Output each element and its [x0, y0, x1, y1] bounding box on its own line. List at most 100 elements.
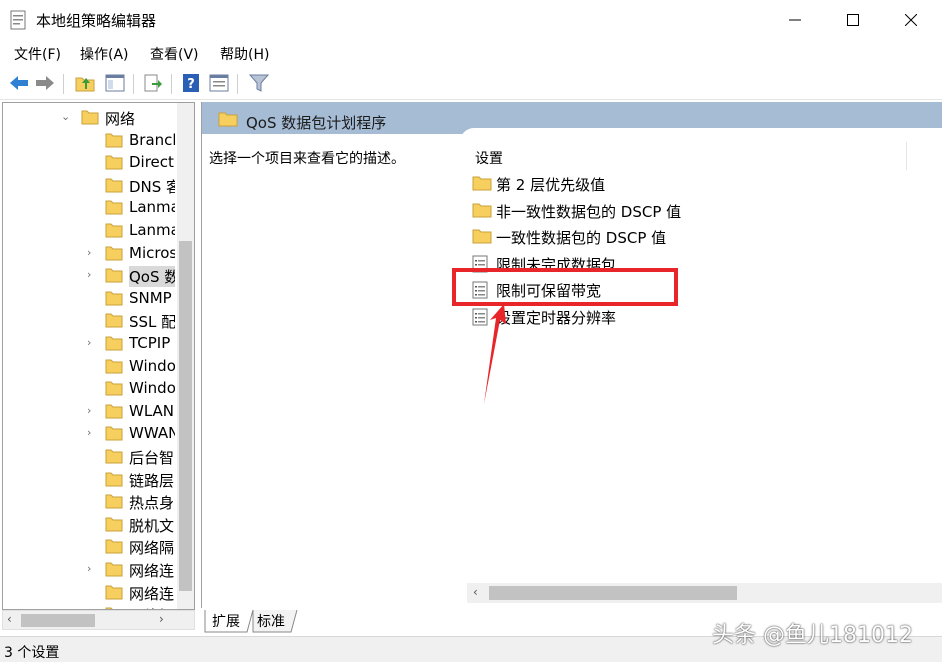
tree-item-label: TCPIP — [129, 334, 171, 352]
tree-item-label: 网络隔 — [129, 539, 175, 558]
setting-item[interactable]: 一致性数据包的 DSCP 值 — [472, 225, 712, 249]
column-divider — [906, 142, 907, 170]
folder-icon — [218, 112, 238, 127]
tree-item[interactable]: 链路层 — [3, 469, 183, 491]
tree-item[interactable]: 脱机文 — [3, 514, 183, 536]
expand-chevron-icon[interactable]: › — [87, 562, 91, 575]
tree-item-label: Lanma — [129, 198, 175, 217]
tree-item-label: Lanma — [129, 221, 175, 239]
scroll-left-icon[interactable]: ‹ — [7, 612, 12, 626]
scroll-right-icon[interactable]: › — [159, 612, 164, 626]
tree-item[interactable]: Branch — [3, 130, 183, 152]
folder-icon — [105, 359, 123, 374]
toolbar: ? — [0, 66, 942, 100]
folder-icon — [105, 336, 123, 351]
toolbar-separator — [133, 74, 134, 94]
tree-item-label: SSL 配 — [129, 313, 175, 332]
menu-file[interactable]: 文件(F) — [14, 44, 61, 64]
tree-item-label: QoS 数 — [129, 266, 175, 288]
folder-icon — [472, 202, 492, 222]
expand-chevron-icon[interactable]: › — [87, 336, 91, 349]
policy-editor-app-icon — [10, 10, 26, 30]
help-button[interactable]: ? — [178, 71, 204, 95]
export-list-button[interactable] — [140, 71, 166, 95]
folder-icon — [105, 539, 123, 554]
forward-arrow-icon — [36, 76, 54, 90]
banner-title: QoS 数据包计划程序 — [246, 114, 387, 132]
show-hide-tree-icon — [105, 74, 125, 92]
tab-standard[interactable]: 标准 — [257, 608, 285, 632]
expand-chevron-icon[interactable]: ⌄ — [61, 110, 70, 123]
forward-button[interactable] — [32, 71, 58, 95]
back-arrow-icon — [10, 76, 28, 90]
tree-item[interactable]: › WWAN — [3, 423, 183, 445]
filter-icon — [249, 74, 269, 92]
expand-chevron-icon[interactable]: › — [87, 404, 91, 417]
tree-hscroll-thumb[interactable] — [21, 614, 95, 627]
tree-item-label: 网络 — [105, 110, 136, 128]
folder-icon — [105, 562, 123, 577]
help-icon: ? — [183, 74, 199, 92]
details-horizontal-scrollbar[interactable]: ‹ — [467, 583, 942, 603]
tree-item[interactable]: 热点身 — [3, 491, 183, 513]
column-header-settings[interactable]: 设置 — [475, 148, 503, 168]
folder-icon — [105, 200, 123, 215]
tree-item[interactable]: DNS 客 — [3, 175, 183, 197]
tree-item[interactable]: 网络连 — [3, 582, 183, 604]
tree-item[interactable]: › Micros — [3, 243, 183, 265]
tree-item-label: SNMP — [129, 288, 172, 307]
tree-item-label: Direct — [129, 153, 174, 172]
setting-item[interactable]: 第 2 层优先级值 — [472, 172, 712, 196]
menu-action[interactable]: 操作(A) — [80, 44, 129, 64]
show-hide-tree-button[interactable] — [102, 71, 128, 95]
menu-view[interactable]: 查看(V) — [150, 44, 199, 64]
tree-item[interactable]: SNMP — [3, 288, 183, 310]
close-button[interactable] — [882, 0, 940, 40]
scroll-left-icon[interactable]: ‹ — [473, 585, 478, 599]
minimize-icon — [789, 19, 801, 21]
details-hscroll-thumb[interactable] — [489, 586, 737, 600]
tree-item[interactable]: › TCPIP — [3, 333, 183, 355]
setting-label: 非一致性数据包的 DSCP 值 — [496, 202, 682, 221]
properties-button[interactable] — [206, 71, 232, 95]
tree-item[interactable]: 网络隔 — [3, 536, 183, 558]
title-bar: 本地组策略编辑器 — [0, 0, 942, 40]
expand-chevron-icon[interactable]: › — [87, 426, 91, 439]
tree-item[interactable]: Lanma — [3, 220, 183, 242]
folder-icon — [105, 313, 123, 328]
tree-item[interactable]: Direct — [3, 152, 183, 174]
maximize-button[interactable] — [824, 0, 882, 40]
tree-item-label: WWAN — [129, 424, 175, 443]
minimize-button[interactable] — [766, 0, 824, 40]
folder-icon — [105, 426, 123, 441]
folder-icon — [105, 472, 123, 487]
tree-horizontal-scrollbar[interactable]: ‹ › — [2, 610, 195, 630]
up-folder-button[interactable] — [72, 71, 98, 95]
tree-item[interactable]: 后台智 — [3, 446, 183, 468]
filter-button[interactable] — [246, 71, 272, 95]
folder-icon — [105, 517, 123, 532]
tree-item-label: 网络连 — [129, 562, 175, 580]
tree-item-label: Windo — [129, 356, 175, 375]
tab-extended[interactable]: 扩展 — [212, 608, 240, 632]
expand-chevron-icon[interactable]: › — [87, 268, 91, 281]
menu-help[interactable]: 帮助(H) — [220, 44, 269, 64]
tree-item[interactable]: Windo — [3, 356, 183, 378]
tree-item[interactable]: › QoS 数 — [3, 265, 183, 288]
setting-item[interactable]: 非一致性数据包的 DSCP 值 — [472, 199, 712, 223]
tree-item[interactable]: › WLAN — [3, 401, 183, 423]
folder-icon — [105, 178, 123, 193]
description-text: 选择一个项目来查看它的描述。 — [209, 151, 405, 167]
toolbar-separator — [63, 74, 64, 94]
back-button[interactable] — [6, 71, 32, 95]
tree-item[interactable]: › 网络连 — [3, 559, 183, 581]
tree-item-label: Micros — [129, 243, 175, 262]
folder-icon — [105, 223, 123, 238]
tree-item[interactable]: SSL 配 — [3, 310, 183, 332]
tree-item[interactable]: ⌄ 网络 — [3, 107, 183, 129]
tree-item[interactable]: Lanma — [3, 197, 183, 219]
navigation-tree: ⌄ 网络 Branch Direct DNS 客 Lanma Lanma › Micros › Qo… — [2, 102, 195, 610]
setting-label: 一致性数据包的 DSCP 值 — [496, 229, 667, 247]
expand-chevron-icon[interactable]: › — [87, 246, 91, 259]
tree-item[interactable]: Windo — [3, 378, 183, 400]
